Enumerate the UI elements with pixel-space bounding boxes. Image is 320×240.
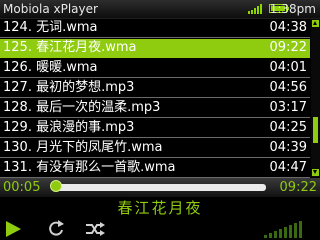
track-duration: 04:39	[269, 140, 307, 155]
playlist-item[interactable]: 130. 月光下的凤尾竹.wma 04:39	[0, 139, 310, 158]
play-icon	[6, 221, 21, 237]
track-duration: 04:01	[269, 60, 307, 75]
app-title: Mobiola xPlayer	[3, 2, 98, 16]
playlist-item[interactable]: 128. 最后一次的温柔.mp3 03:17	[0, 99, 310, 118]
clock: 1:38pm	[269, 2, 316, 16]
playlist-item[interactable]: 131. 有没有那么一首歌.wma 04:47	[0, 159, 310, 178]
track-duration: 03:17	[269, 100, 307, 115]
track-duration: 04:56	[269, 80, 307, 95]
track-title: 126. 暖暖.wma	[3, 60, 98, 75]
playlist-item[interactable]: 127. 最初的梦想.mp3 04:56	[0, 79, 310, 98]
signal-icon	[248, 4, 262, 14]
track-title: 129. 最浪漫的事.mp3	[3, 120, 135, 135]
track-duration: 04:25	[269, 120, 307, 135]
playlist-item[interactable]: 124. 无词.wma 04:38	[0, 19, 310, 38]
shuffle-icon	[86, 222, 105, 236]
track-duration: 04:47	[269, 160, 307, 175]
track-title: 128. 最后一次的温柔.mp3	[3, 100, 161, 115]
track-title: 130. 月光下的凤尾竹.wma	[3, 140, 163, 155]
repeat-button[interactable]	[45, 219, 67, 239]
total-time: 09:22	[279, 180, 317, 195]
playlist-item[interactable]: 126. 暖暖.wma 04:01	[0, 59, 310, 78]
scroll-thumb[interactable]	[313, 117, 318, 143]
seek-knob[interactable]	[50, 180, 62, 192]
playlist-scrollbar[interactable]	[311, 19, 320, 177]
seek-track[interactable]	[54, 184, 266, 191]
track-duration: 04:38	[269, 20, 307, 35]
volume-icon[interactable]	[264, 220, 318, 238]
playlist: 124. 无词.wma 04:38 125. 春江花月夜.wma 09:22 126. …	[0, 19, 310, 178]
scroll-down-icon[interactable]	[312, 169, 319, 176]
progress-bar: 00:05 09:22	[0, 178, 320, 197]
track-title: 131. 有没有那么一首歌.wma	[3, 160, 176, 175]
repeat-icon	[49, 220, 64, 236]
title-bar: Mobiola xPlayer 1:38pm	[0, 0, 320, 19]
track-title: 127. 最初的梦想.mp3	[3, 80, 135, 95]
track-duration: 09:22	[269, 40, 307, 55]
playlist-item[interactable]: 129. 最浪漫的事.mp3 04:25	[0, 119, 310, 138]
play-button[interactable]	[3, 219, 25, 239]
playlist-item-selected[interactable]: 125. 春江花月夜.wma 09:22	[0, 39, 310, 58]
player-window: Mobiola xPlayer 1:38pm 124. 无词.wma 04:38 1…	[0, 0, 320, 240]
track-title: 124. 无词.wma	[3, 20, 98, 35]
shuffle-button[interactable]	[84, 219, 106, 239]
elapsed-time: 00:05	[3, 180, 41, 195]
scroll-up-icon[interactable]	[312, 20, 319, 27]
control-bar	[0, 217, 320, 240]
track-title: 125. 春江花月夜.wma	[3, 40, 137, 55]
